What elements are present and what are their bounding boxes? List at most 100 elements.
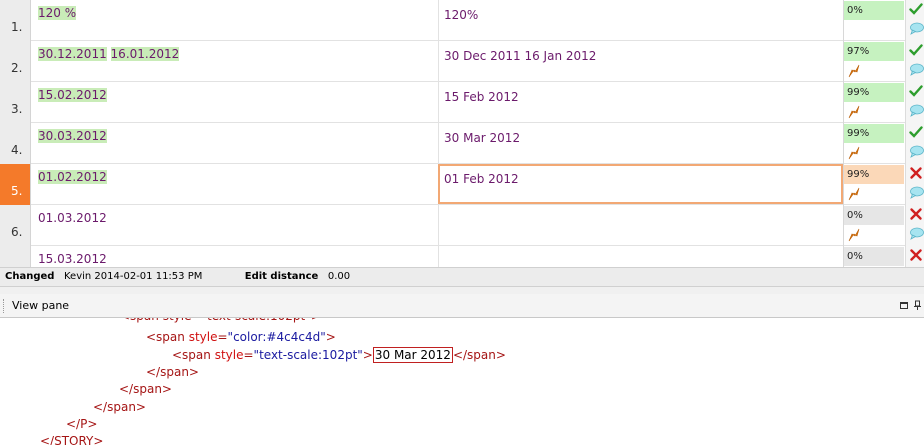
row-number[interactable]: 6. [0,205,31,246]
source-token: 15.03.2012 [38,252,107,266]
xml-token: </STORY> [40,434,104,445]
xml-token: </P> [66,416,98,431]
xml-line: <span style="text-scale:102pt"> 30 Mar 20… [172,346,506,364]
translation-editor: 1. 120 % 120% 0% 2. 30.12.2011 16.01.2012 30 D… [0,0,924,445]
target-cell[interactable] [438,246,843,267]
pane-grip-icon[interactable] [3,299,5,313]
table-row[interactable]: 6. 01.03.2012 0% [0,205,924,246]
row-number[interactable]: 1. [0,0,31,41]
pin-icon[interactable] [912,300,923,311]
source-cell[interactable]: 30.03.2012 [38,129,107,143]
xml-token: </span> [452,347,506,362]
xml-token: </span> [93,399,146,414]
match-percent: 99% [844,165,904,184]
comment-icon[interactable] [909,145,924,158]
table-row[interactable]: 7. 15.03.2012 0% [0,246,924,267]
source-cell[interactable]: 120 % [38,6,77,20]
xml-line: </span> [93,399,146,416]
row-number[interactable]: 5. [0,164,31,205]
status-cell [905,246,924,267]
source-cell[interactable]: 15.02.2012 [38,88,107,102]
source-cell[interactable]: 15.03.2012 [38,252,107,266]
match-percent: 0% [844,206,904,225]
changed-value: Kevin 2014-02-01 11:53 PM [63,271,203,282]
check-icon[interactable] [909,84,923,98]
comment-icon[interactable] [909,22,924,35]
xml-token: <span [146,330,189,345]
xml-token: = [217,330,228,345]
comment-icon[interactable] [909,63,924,76]
xml-line: <span style="color:#4c4c4d"> [146,329,336,346]
lightning-icon[interactable] [847,104,861,120]
target-cell[interactable]: 15 Feb 2012 [438,82,843,123]
target-cell[interactable] [438,205,843,246]
row-number[interactable]: 2. [0,41,31,82]
comment-icon[interactable] [909,104,924,117]
match-cell: 0% [843,205,904,246]
table-row[interactable]: 2. 30.12.2011 16.01.2012 30 Dec 2011 16 Ja… [0,41,924,82]
lightning-icon[interactable] [847,145,861,161]
cross-icon[interactable] [909,248,923,262]
view-pane-title: View pane [12,299,70,312]
edit-distance-label: Edit distance [244,271,319,282]
check-icon[interactable] [909,2,923,16]
status-cell [905,0,924,41]
xml-line: <span style="text-scale:102pt"> [120,318,321,325]
source-cell[interactable]: 30.12.2011 16.01.2012 [38,47,180,61]
xml-token: "color:#4c4c4d" [227,330,326,345]
match-cell: 99% [843,123,904,164]
lightning-icon[interactable] [847,227,861,243]
xml-line: </STORY> [40,433,103,445]
lightning-icon[interactable] [847,186,861,202]
xml-line: </span> [146,364,199,381]
match-percent: 99% [844,124,904,143]
source-token: 01.03.2012 [38,211,107,225]
restore-icon[interactable] [899,300,910,311]
cross-icon[interactable] [909,207,923,221]
table-row[interactable]: 4. 30.03.2012 30 Mar 2012 99% [0,123,924,164]
source-token: 16.01.2012 [110,47,180,61]
cross-icon[interactable] [909,166,923,180]
match-percent: 0% [844,247,904,266]
xml-token: style [188,330,218,345]
status-cell [905,41,924,82]
segment-info-bar: Changed Kevin 2014-02-01 11:53 PM Edit d… [0,267,924,287]
status-cell [905,205,924,246]
xml-line: </P> [66,416,97,433]
xml-token: style [214,347,244,362]
xml-token: <span style="text-scale:102pt"> [120,318,321,323]
xml-view[interactable]: <span style="text-scale:102pt"> <span sty… [0,318,924,445]
match-cell: 0% [843,246,904,267]
row-number[interactable]: 7. [0,246,31,267]
target-cell[interactable]: 01 Feb 2012 [438,164,843,204]
status-cell [905,164,924,205]
row-number[interactable]: 4. [0,123,31,164]
xml-token: > [362,347,373,362]
source-token: 01.02.2012 [38,170,107,184]
lightning-icon[interactable] [847,63,861,79]
check-icon[interactable] [909,125,923,139]
xml-line: </span> [119,381,172,398]
match-percent: 97% [844,42,904,61]
segment-grid: 1. 120 % 120% 0% 2. 30.12.2011 16.01.2012 30 D… [0,0,924,267]
table-row[interactable]: 5. 01.02.2012 01 Feb 2012 99% [0,164,924,205]
target-cell[interactable]: 120% [438,0,843,41]
source-token: 15.02.2012 [38,88,107,102]
xml-token: > [325,330,336,345]
source-cell[interactable]: 01.02.2012 [38,170,107,184]
check-icon[interactable] [909,43,923,57]
comment-icon[interactable] [909,186,924,199]
table-row[interactable]: 3. 15.02.2012 15 Feb 2012 99% [0,82,924,123]
row-number[interactable]: 3. [0,82,31,123]
table-row[interactable]: 1. 120 % 120% 0% [0,0,924,41]
target-cell[interactable]: 30 Dec 2011 16 Jan 2012 [438,41,843,82]
xml-token: </span> [146,364,199,379]
source-cell[interactable]: 01.03.2012 [38,211,107,225]
status-cell [905,123,924,164]
source-token: 30.12.2011 [38,47,107,61]
pane-splitter[interactable] [0,287,924,294]
comment-icon[interactable] [909,227,924,240]
match-cell: 97% [843,41,904,82]
match-cell: 99% [843,164,904,205]
target-cell[interactable]: 30 Mar 2012 [438,123,843,164]
